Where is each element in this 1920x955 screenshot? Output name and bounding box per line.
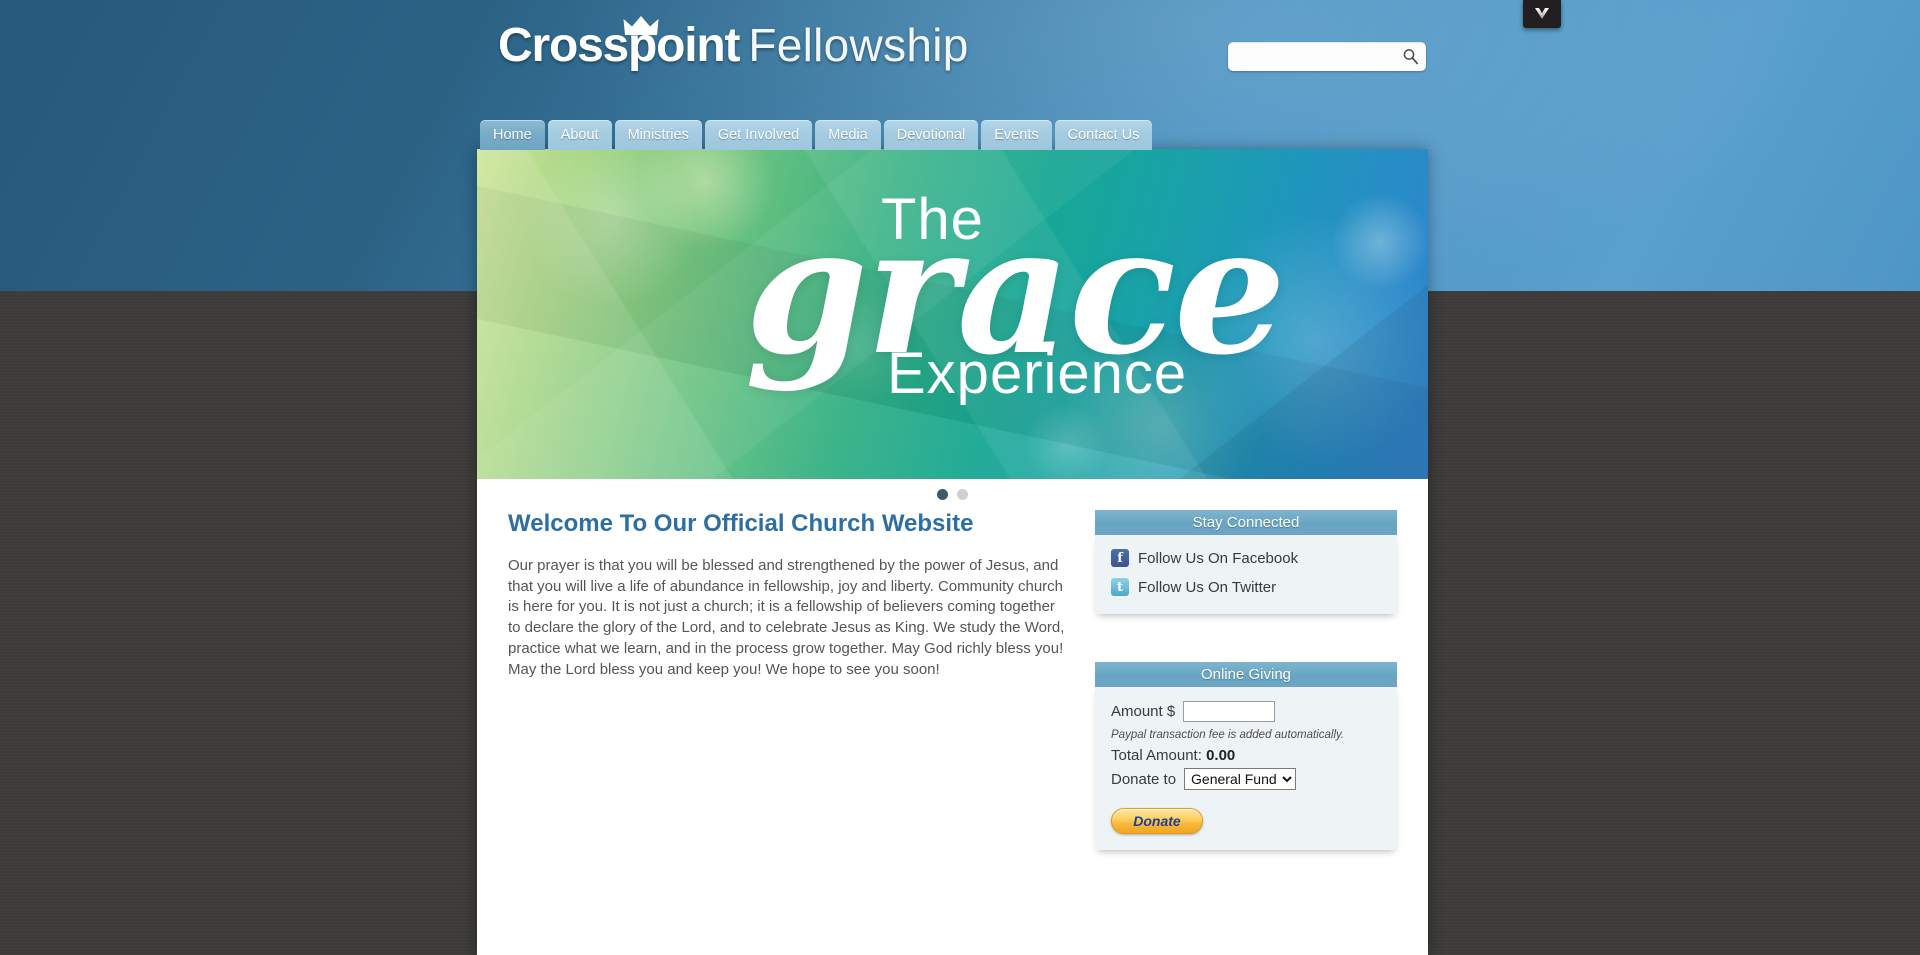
total-amount-value: 0.00: [1206, 747, 1236, 764]
nav-item-home[interactable]: Home: [480, 120, 545, 150]
page-title: Welcome To Our Official Church Website: [508, 510, 974, 537]
main-column: Welcome To Our Official Church Website O…: [508, 510, 1068, 681]
search-input[interactable]: [1234, 42, 1394, 71]
amount-label: Amount $: [1111, 703, 1176, 720]
social-link-twitter[interactable]: t Follow Us On Twitter: [1111, 578, 1381, 596]
sidebar-column: Stay Connected f Follow Us On Facebook t Fo…: [1095, 510, 1397, 898]
slider-dot-2[interactable]: [957, 489, 968, 500]
social-link-label: Follow Us On Facebook: [1138, 549, 1299, 567]
online-giving-body: Amount $ Paypal transaction fee is added…: [1095, 687, 1397, 850]
total-amount-label: Total Amount:: [1111, 747, 1202, 764]
fund-select[interactable]: General Fund: [1184, 768, 1297, 790]
widget-stay-connected: Stay Connected f Follow Us On Facebook t Fo…: [1095, 510, 1397, 614]
main-navigation: Home About Ministries Get Involved Media Devo…: [480, 120, 1153, 150]
page-background: Crosspoint Fellowship Home About Ministries…: [0, 0, 1920, 955]
nav-item-devotional[interactable]: Devotional: [883, 120, 979, 150]
hero-line-3: Experience: [887, 341, 1188, 406]
nav-item-events[interactable]: Events: [981, 120, 1052, 150]
stay-connected-body: f Follow Us On Facebook t Follow Us On Twit…: [1095, 535, 1397, 614]
download-chip[interactable]: [1523, 0, 1561, 28]
social-link-label: Follow Us On Twitter: [1138, 578, 1277, 596]
nav-item-media[interactable]: Media: [815, 120, 881, 150]
donate-to-row: Donate to General Fund: [1111, 768, 1381, 790]
twitter-icon: t: [1111, 578, 1129, 596]
site-logo[interactable]: Crosspoint Fellowship: [498, 16, 969, 73]
facebook-icon: f: [1111, 549, 1129, 567]
search-box[interactable]: [1228, 42, 1426, 71]
online-giving-heading: Online Giving: [1095, 662, 1397, 687]
total-amount-row: Total Amount: 0.00: [1111, 747, 1381, 764]
crown-icon: [623, 16, 659, 35]
logo-secondary: Fellowship: [748, 19, 969, 71]
social-link-facebook[interactable]: f Follow Us On Facebook: [1111, 549, 1381, 567]
paypal-fee-note: Paypal transaction fee is added automati…: [1111, 729, 1345, 741]
nav-item-get-involved[interactable]: Get Involved: [704, 120, 813, 150]
amount-input[interactable]: [1183, 701, 1276, 722]
widget-online-giving: Online Giving Amount $ Paypal transactio…: [1095, 662, 1397, 850]
amount-row: Amount $: [1111, 701, 1381, 722]
content-shell: The grace Experience Welcome To Our Offi…: [477, 149, 1428, 955]
logo-primary: Crosspoint: [498, 19, 741, 72]
nav-item-about[interactable]: About: [547, 120, 612, 150]
donate-button[interactable]: Donate: [1111, 808, 1203, 834]
hero-slider[interactable]: The grace Experience: [477, 149, 1428, 479]
nav-item-ministries[interactable]: Ministries: [614, 120, 702, 150]
slider-pagination: [477, 479, 1428, 510]
donate-to-label: Donate to: [1111, 770, 1177, 788]
search-icon[interactable]: [1402, 48, 1419, 65]
stay-connected-heading: Stay Connected: [1095, 510, 1397, 535]
intro-paragraph: Our prayer is that you will be blessed a…: [508, 556, 1065, 678]
nav-item-contact-us[interactable]: Contact Us: [1054, 120, 1153, 150]
download-chevron-icon: [1535, 8, 1549, 19]
slider-dot-1[interactable]: [937, 489, 948, 500]
